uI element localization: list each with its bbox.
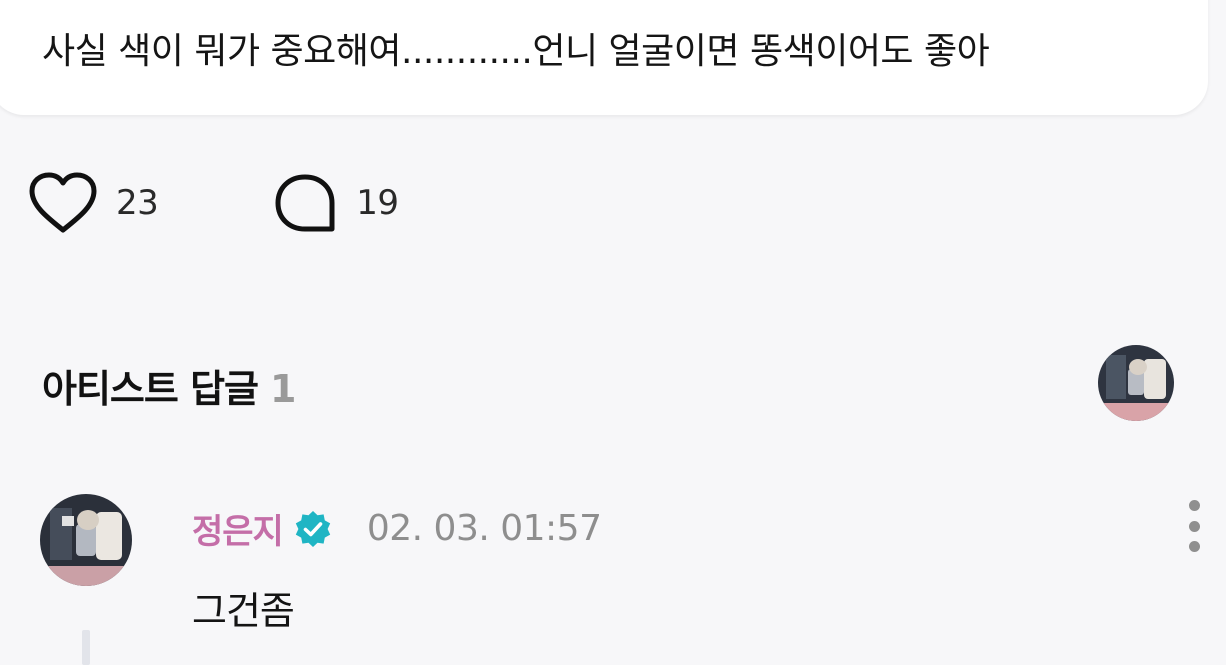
comment-timestamp: 02. 03. 01:57 (366, 508, 602, 549)
comment-more-button[interactable] (1180, 500, 1208, 552)
artist-replies-title: 아티스트 답글 (42, 367, 259, 411)
comment-body: 그건좀 (192, 589, 295, 633)
more-vertical-icon-dot (1188, 520, 1200, 532)
reply-thread-line (82, 630, 90, 665)
comment-count: 19 (356, 183, 399, 223)
comment-header: 정은지 02. 03. 01:57 (192, 504, 602, 553)
like-count: 23 (116, 183, 159, 223)
artist-replies-count: 1 (270, 367, 296, 411)
comment-button[interactable]: 19 (274, 172, 399, 234)
heart-icon (29, 172, 97, 233)
comment-author-avatar[interactable] (40, 494, 132, 586)
artist-replies-heading: 아티스트 답글 1 (42, 358, 296, 413)
artist-avatar-image (1098, 345, 1174, 421)
comment-author-name[interactable]: 정은지 (192, 504, 284, 553)
artist-avatar[interactable] (1098, 345, 1174, 421)
speech-bubble-icon (275, 174, 335, 232)
more-vertical-icon-dot (1188, 500, 1200, 511)
comment-thread-screen: 사실 색이 뭐가 중요해여............언니 얼굴이면 똥색이어도 좋… (0, 0, 1226, 665)
post-actions: 23 19 (28, 168, 399, 238)
post-text: 사실 색이 뭐가 중요해여............언니 얼굴이면 똥색이어도 좋… (42, 31, 990, 72)
post-card: 사실 색이 뭐가 중요해여............언니 얼굴이면 똥색이어도 좋… (0, 0, 1208, 115)
like-button[interactable]: 23 (28, 172, 159, 234)
comment-author-avatar-image (40, 494, 132, 586)
more-vertical-icon-dot (1188, 541, 1200, 552)
verified-badge-icon (295, 510, 331, 547)
